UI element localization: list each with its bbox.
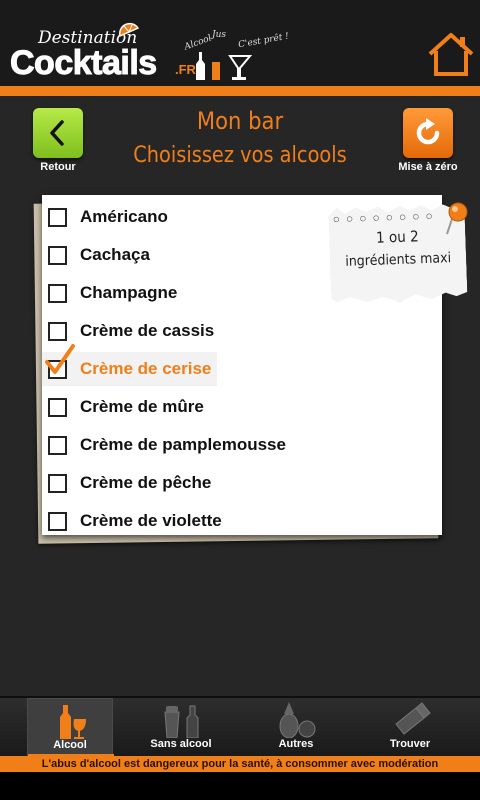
back-button-label[interactable]: Retour <box>28 161 88 173</box>
item-label: Crème de mûre <box>80 397 204 416</box>
checkbox[interactable] <box>48 207 67 227</box>
note-line-2: ingrédients maxi <box>345 250 452 270</box>
list-item-selected[interactable]: Crème de cerise <box>42 344 217 386</box>
header-accent-bar <box>0 86 480 96</box>
nav-tab-trouver[interactable]: Trouver <box>367 698 453 758</box>
reset-button[interactable] <box>403 108 453 158</box>
refresh-icon <box>416 118 440 145</box>
pineapple-fruit-icon <box>279 702 316 738</box>
item-label: Crème de cerise <box>80 359 212 378</box>
item-label: Américano <box>80 207 168 226</box>
nav-tab-autres[interactable]: Autres <box>253 698 339 758</box>
bottle-glass-icon <box>60 705 86 739</box>
checkbox[interactable] <box>48 397 67 417</box>
checkbox[interactable] <box>48 321 67 341</box>
item-label: Crème de cassis <box>80 321 215 340</box>
item-label: Cachaça <box>80 245 150 264</box>
logo-big-text: Cocktails <box>10 44 158 83</box>
shaker-bottle-icon <box>164 705 199 738</box>
list-item[interactable]: Crème de violette <box>42 504 442 538</box>
nav-label: Alcool <box>53 739 87 751</box>
list-item[interactable]: Crème de pêche <box>42 466 442 500</box>
pushpin-icon <box>446 202 468 235</box>
page-subtitle: Choisissez vos alcools <box>133 143 347 168</box>
bottles-glass-icon <box>196 52 253 80</box>
list-item[interactable]: Crème de mûre <box>42 390 442 424</box>
list-item[interactable]: Crème de cassis <box>42 314 442 348</box>
shaker-icon <box>395 702 431 735</box>
item-label: Champagne <box>80 283 178 302</box>
checkbox[interactable] <box>48 435 67 455</box>
home-icon[interactable] <box>426 30 476 80</box>
tagline-jus: Jus <box>212 30 227 40</box>
nav-label: Autres <box>278 738 314 750</box>
checkbox[interactable] <box>48 283 67 303</box>
back-button[interactable] <box>33 108 83 158</box>
alcohol-warning: L'abus d'alcool est dangereux pour la sa… <box>0 756 480 772</box>
bottom-nav: Alcool Sans alcool Autres Trouver <box>0 696 480 758</box>
note-line-1: 1 ou 2 <box>375 227 419 247</box>
list-item[interactable]: Crème de pamplemousse <box>42 428 442 462</box>
reset-button-label[interactable]: Mise à zéro <box>388 161 468 173</box>
item-label: Crème de violette <box>80 511 222 530</box>
lime-slice-icon <box>118 22 140 38</box>
page-title: Mon bar <box>196 107 284 135</box>
nav-label: Trouver <box>389 738 431 750</box>
nav-tab-sans-alcool[interactable]: Sans alcool <box>138 698 224 758</box>
nav-label: Sans alcool <box>150 738 212 750</box>
checkbox[interactable] <box>48 511 67 531</box>
nav-tab-alcool[interactable]: Alcool <box>27 698 114 758</box>
checkmark-icon <box>45 344 75 374</box>
item-label: Crème de pamplemousse <box>80 435 286 454</box>
checkbox[interactable] <box>48 473 67 493</box>
checkbox[interactable] <box>48 245 67 265</box>
chevron-left-icon <box>50 120 64 146</box>
bottom-spacer <box>0 772 480 800</box>
item-label: Crème de pêche <box>80 473 212 492</box>
app-header: Destination Cocktails .FR Alcool Jus C'e… <box>0 0 480 88</box>
tagline-ready: C'est prêt ! <box>237 31 290 51</box>
